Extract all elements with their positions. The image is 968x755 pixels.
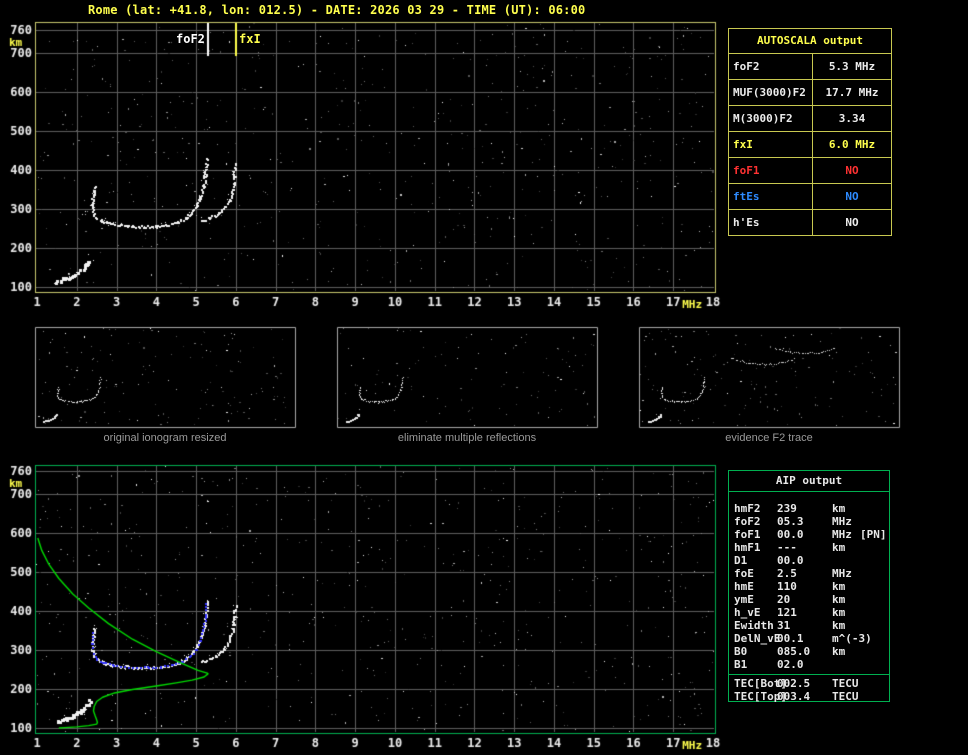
thumbnail-caption-original: original ionogram resized (103, 432, 227, 444)
aip-output-table: AIP output hmF2 239 km foF2 05.3 MHz foF… (728, 470, 890, 703)
aip-param-value: 002.5 (777, 677, 811, 690)
aip-param-unit: km (832, 580, 846, 593)
aip-row-hve: h_vE 121 km (729, 606, 889, 619)
aip-row-tec-bot: TEC[Bot] 002.5 TECU (729, 677, 889, 690)
aip-param-label: B0 (734, 645, 748, 658)
autoscala-row-fof2: foF2 5.3 MHz (729, 54, 891, 80)
param-label: fxI (729, 132, 813, 157)
aip-row-ewidth: Ewidth 31 km (729, 619, 889, 632)
aip-param-value: 00.1 (777, 632, 804, 645)
param-label: foF2 (729, 54, 813, 79)
aip-row-hmf2: hmF2 239 km (729, 502, 889, 515)
aip-param-label: ymE (734, 593, 754, 606)
thumbnail-caption-eliminate: eliminate multiple reflections (397, 432, 537, 444)
param-label: foF1 (729, 158, 813, 183)
autoscala-row-fof1: foF1 NO (729, 158, 891, 184)
page-title: Rome (lat: +41.8, lon: 012.5) - DATE: 20… (88, 3, 586, 17)
aip-param-label: B1 (734, 658, 748, 671)
param-label: M(3000)F2 (729, 106, 813, 131)
aip-param-label: DelN_vE (734, 632, 781, 645)
aip-param-value: 00.0 (777, 554, 804, 567)
aip-param-value: 003.4 (777, 690, 811, 703)
aip-row-b1: B1 02.0 (729, 658, 889, 671)
aip-param-unit: m^(-3) (832, 632, 872, 645)
aip-rows: hmF2 239 km foF2 05.3 MHz foF1 00.0 MHz … (729, 492, 889, 703)
autoscala-row-hes: h'Es NO (729, 210, 891, 235)
aip-row-hme: hmE 110 km (729, 580, 889, 593)
aip-param-value: 2.5 (777, 567, 797, 580)
param-label: ftEs (729, 184, 813, 209)
aip-param-value: 00.0 (777, 528, 804, 541)
aip-param-label: foF1 (734, 528, 761, 541)
fof2-marker-label: foF2 (176, 32, 205, 46)
aip-row-b0: B0 085.0 km (729, 645, 889, 658)
aip-param-label: hmF1 (734, 541, 761, 554)
aip-row-tec-top: TEC[Top] 003.4 TECU (729, 690, 889, 703)
aip-param-value: 121 (777, 606, 797, 619)
aip-param-value: 110 (777, 580, 797, 593)
autoscala-row-muf3000f2: MUF(3000)F2 17.7 MHz (729, 80, 891, 106)
param-value: NO (845, 164, 859, 177)
aip-param-value: 239 (777, 502, 797, 515)
aip-param-unit: MHz (832, 515, 852, 528)
fxi-marker-label: fxI (239, 32, 261, 46)
aip-param-value: 085.0 (777, 645, 811, 658)
aip-param-label: hmE (734, 580, 754, 593)
param-value: 17.7 MHz (825, 86, 879, 99)
aip-param-unit: km (832, 619, 846, 632)
param-value: 6.0 MHz (828, 138, 876, 151)
aip-param-unit: TECU (832, 690, 859, 703)
tec-separator-line (729, 674, 889, 675)
param-label: MUF(3000)F2 (729, 80, 813, 105)
aip-row-d1: D1 00.0 (729, 554, 889, 567)
aip-param-unit: MHz (832, 528, 852, 541)
param-value: 5.3 MHz (828, 60, 876, 73)
aip-param-label: hmF2 (734, 502, 761, 515)
aip-row-hmf1: hmF1 --- km (729, 541, 889, 554)
aip-param-label: foF2 (734, 515, 761, 528)
aip-param-value: 05.3 (777, 515, 804, 528)
aip-row-fof1: foF1 00.0 MHz [PN] (729, 528, 889, 541)
aip-param-unit: km (832, 593, 846, 606)
thumbnail-caption-evidence: evidence F2 trace (725, 432, 813, 444)
aip-param-unit: km (832, 645, 846, 658)
autoscala-output-table: AUTOSCALA output foF2 5.3 MHz MUF(3000)F… (728, 28, 892, 236)
aip-param-unit: km (832, 541, 846, 554)
autoscala-row-fxi: fxI 6.0 MHz (729, 132, 891, 158)
autoscala-screen: Rome (lat: +41.8, lon: 012.5) - DATE: 20… (0, 0, 968, 755)
aip-row-delnve: DelN_vE 00.1 m^(-3) (729, 632, 889, 645)
autoscala-row-ftes: ftEs NO (729, 184, 891, 210)
param-label: h'Es (729, 210, 813, 235)
aip-row-yme: ymE 20 km (729, 593, 889, 606)
aip-param-value: 02.0 (777, 658, 804, 671)
aip-row-foe: foE 2.5 MHz (729, 567, 889, 580)
aip-param-label: h_vE (734, 606, 761, 619)
param-value: 3.34 (838, 112, 866, 125)
aip-param-value: 20 (777, 593, 791, 606)
aip-param-label: Ewidth (734, 619, 774, 632)
aip-param-unit: TECU (832, 677, 859, 690)
autoscala-row-m3000f2: M(3000)F2 3.34 (729, 106, 891, 132)
aip-param-unit: km (832, 502, 846, 515)
aip-param-label: D1 (734, 554, 748, 567)
aip-param-value: 31 (777, 619, 791, 632)
aip-param-value: --- (777, 541, 797, 554)
aip-param-label: foE (734, 567, 754, 580)
aip-param-unit: km (832, 606, 846, 619)
aip-table-title: AIP output (729, 471, 889, 492)
autoscala-table-title: AUTOSCALA output (729, 29, 891, 54)
aip-row-fof2: foF2 05.3 MHz (729, 515, 889, 528)
aip-param-extra: [PN] (860, 528, 887, 541)
aip-param-unit: MHz (832, 567, 852, 580)
param-value: NO (845, 216, 859, 229)
param-value: NO (845, 190, 859, 203)
